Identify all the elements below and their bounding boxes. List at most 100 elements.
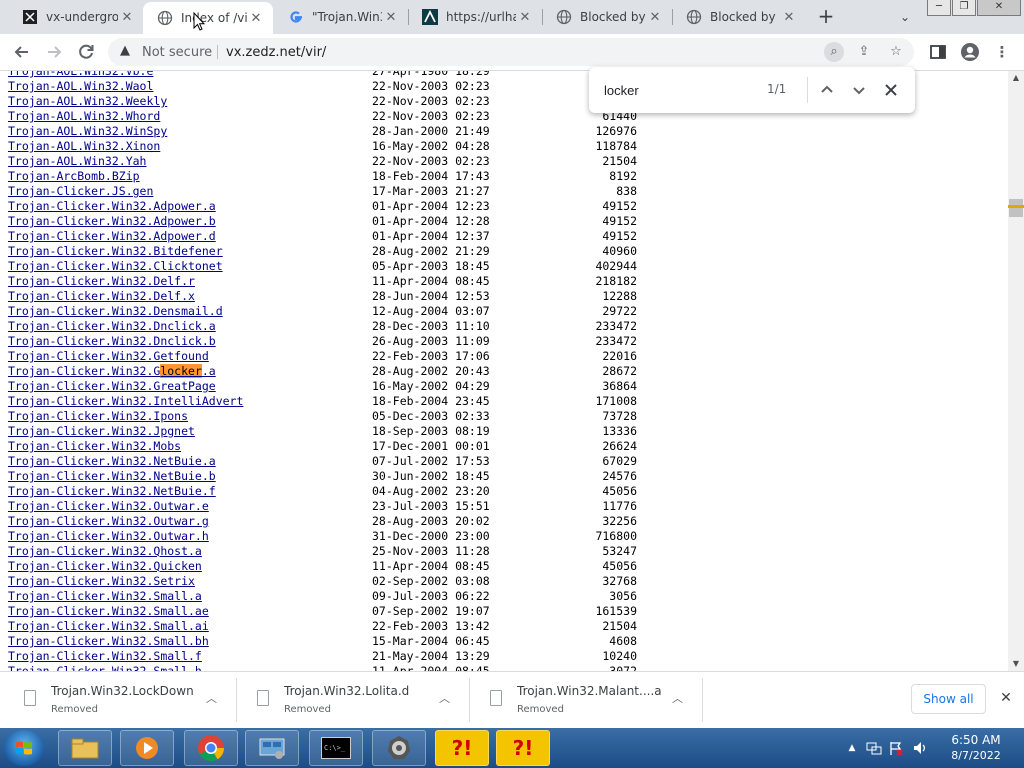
download-item[interactable]: Trojan.Win32.Malant....a Removed ︿ <box>468 677 700 723</box>
scroll-down-arrow-icon[interactable]: ▼ <box>1008 657 1024 671</box>
file-link[interactable]: Trojan-Clicker.Win32.Adpower.d <box>8 229 216 244</box>
profile-avatar-icon[interactable] <box>958 40 982 64</box>
restore-button[interactable]: ❐ <box>952 0 976 16</box>
tab-vx-underground[interactable]: vx-undergro ✕ <box>8 0 144 34</box>
file-link[interactable]: Trojan-AOL.Win32.Yah <box>8 154 146 169</box>
file-link[interactable]: Trojan-Clicker.Win32.NetBuie.b <box>8 469 216 484</box>
file-link[interactable]: Trojan-Clicker.Win32.GreatPage <box>8 379 216 394</box>
file-link[interactable]: Trojan-AOL.Win32.Weekly <box>8 94 167 109</box>
scroll-up-arrow-icon[interactable]: ▲ <box>1008 71 1024 85</box>
close-icon[interactable]: ✕ <box>382 10 400 25</box>
forward-button[interactable] <box>42 40 66 64</box>
clock-time[interactable]: 6:50 AM <box>944 733 1008 747</box>
url-text[interactable]: vx.zedz.net/vir/ <box>226 45 326 60</box>
network-icon[interactable] <box>866 740 882 756</box>
taskbar-media-player[interactable] <box>120 730 174 766</box>
back-button[interactable] <box>10 40 34 64</box>
taskbar-unknown-app-2[interactable]: ?! <box>496 730 550 766</box>
file-link[interactable]: Trojan-AOL.Win32.WinSpy <box>8 124 167 139</box>
file-link[interactable]: Trojan-Clicker.Win32.Small.ae <box>8 604 209 619</box>
tab-urlhaus[interactable]: https://urlha ✕ <box>408 0 542 34</box>
taskbar-file-explorer[interactable] <box>58 730 112 766</box>
chevron-up-icon[interactable]: ︿ <box>206 690 217 706</box>
tab-blocked-2[interactable]: Blocked by C ✕ <box>672 0 806 34</box>
side-panel-icon[interactable] <box>926 40 950 64</box>
close-icon[interactable]: ✕ <box>996 688 1016 708</box>
action-center-flag-icon[interactable] <box>888 740 904 756</box>
file-link[interactable]: Trojan-AOL.Win32.Whord <box>8 109 160 124</box>
find-next-button[interactable] <box>847 78 871 102</box>
file-link[interactable]: Trojan-Clicker.Win32.Small.h <box>8 664 202 671</box>
clock-date[interactable]: 8/7/2022 <box>944 749 1008 762</box>
file-link[interactable]: Trojan-Clicker.Win32.Densmail.d <box>8 304 223 319</box>
find-input[interactable] <box>604 81 744 99</box>
chevron-up-icon[interactable]: ︿ <box>672 690 683 706</box>
show-hidden-icons-icon[interactable]: ▲ <box>844 740 860 756</box>
file-link[interactable]: Trojan-ArcBomb.BZip <box>8 169 140 184</box>
bookmark-star-icon[interactable]: ☆ <box>886 42 906 62</box>
file-link[interactable]: Trojan-Clicker.Win32.Delf.x <box>8 289 195 304</box>
file-link[interactable]: Trojan-Clicker.Win32.Dnclick.b <box>8 334 216 349</box>
security-indicator[interactable]: Not secure <box>142 45 212 60</box>
file-link[interactable]: Trojan-Clicker.Win32.Getfound <box>8 349 209 364</box>
file-link[interactable]: Trojan-Clicker.Win32.Small.a <box>8 589 202 604</box>
address-bar[interactable]: ▲ Not secure vx.zedz.net/vir/ ⌕ ⇪ ☆ <box>108 38 914 66</box>
file-link[interactable]: Trojan-Clicker.Win32.Clicktonet <box>8 259 223 274</box>
download-item[interactable]: Trojan.Win32.LockDown Removed ︿ <box>2 677 234 723</box>
start-button[interactable] <box>4 730 44 766</box>
file-link[interactable]: Trojan-AOL.Win32.Xinon <box>8 139 160 154</box>
file-link[interactable]: Trojan-Clicker.Win32.Glocker.a <box>8 364 216 379</box>
chevron-up-icon[interactable]: ︿ <box>439 690 450 706</box>
warning-triangle-icon[interactable]: ▲ <box>120 43 130 58</box>
find-previous-button[interactable] <box>815 78 839 102</box>
file-link[interactable]: Trojan-Clicker.Win32.Small.bh <box>8 634 209 649</box>
file-link[interactable]: Trojan-Clicker.Win32.Adpower.b <box>8 214 216 229</box>
download-item[interactable]: Trojan.Win32.Lolita.d Removed ︿ <box>235 677 467 723</box>
scrollbar-thumb[interactable] <box>1009 199 1023 217</box>
new-tab-button[interactable]: + <box>814 4 838 28</box>
close-icon[interactable]: ✕ <box>118 10 136 25</box>
close-icon[interactable]: ✕ <box>516 10 534 25</box>
close-icon[interactable]: ✕ <box>780 10 798 25</box>
kebab-menu-icon[interactable]: ⋮ <box>990 40 1014 64</box>
file-link[interactable]: Trojan-Clicker.Win32.Bitdefener <box>8 244 223 259</box>
file-link[interactable]: Trojan-Clicker.Win32.IntelliAdvert <box>8 394 243 409</box>
file-link[interactable]: Trojan-Clicker.Win32.Small.f <box>8 649 202 664</box>
close-window-button[interactable]: ✕ <box>977 0 1021 16</box>
file-link[interactable]: Trojan-Clicker.Win32.Jpgnet <box>8 424 195 439</box>
file-link[interactable]: Trojan-Clicker.Win32.Adpower.a <box>8 199 216 214</box>
file-link[interactable]: Trojan-Clicker.Win32.Outwar.e <box>8 499 209 514</box>
file-link[interactable]: Trojan-Clicker.Win32.Dnclick.a <box>8 319 216 334</box>
volume-icon[interactable] <box>912 740 928 756</box>
find-in-page-icon[interactable]: ⌕ <box>824 42 844 62</box>
file-link[interactable]: Trojan-Clicker.Win32.Quicken <box>8 559 202 574</box>
file-link[interactable]: Trojan-Clicker.Win32.Outwar.h <box>8 529 209 544</box>
show-all-downloads-button[interactable]: Show all <box>911 684 986 714</box>
taskbar-control-panel[interactable] <box>245 730 299 766</box>
file-link[interactable]: Trojan-Clicker.Win32.NetBuie.f <box>8 484 216 499</box>
file-link[interactable]: Trojan-Clicker.Win32.Ipons <box>8 409 188 424</box>
taskbar-command-prompt[interactable]: C:\>_ <box>309 730 363 766</box>
tab-blocked-1[interactable]: Blocked by C ✕ <box>542 0 672 34</box>
file-link[interactable]: Trojan-Clicker.Win32.NetBuie.a <box>8 454 216 469</box>
file-link[interactable]: Trojan-Clicker.Win32.Setrix <box>8 574 195 589</box>
taskbar-chrome[interactable] <box>184 730 238 766</box>
find-close-button[interactable] <box>879 78 903 102</box>
file-link[interactable]: Trojan-Clicker.Win32.Small.ai <box>8 619 209 634</box>
minimize-button[interactable]: ─ <box>927 0 951 16</box>
share-icon[interactable]: ⇪ <box>854 42 874 62</box>
file-link[interactable]: Trojan-Clicker.Win32.Mobs <box>8 439 181 454</box>
file-link[interactable]: Trojan-Clicker.Win32.Outwar.g <box>8 514 209 529</box>
file-link[interactable]: Trojan-Clicker.Win32.Qhost.a <box>8 544 202 559</box>
taskbar-settings-app[interactable] <box>372 730 426 766</box>
file-link[interactable]: Trojan-AOL.Win32.Waol <box>8 79 153 94</box>
taskbar-unknown-app-1[interactable]: ?! <box>435 730 489 766</box>
file-link[interactable]: Trojan-AOL.Win32.Vb.e <box>8 71 153 79</box>
close-icon[interactable]: ✕ <box>646 10 664 25</box>
file-link[interactable]: Trojan-Clicker.Win32.Delf.r <box>8 274 195 289</box>
tab-google-search[interactable]: "Trojan.Win3 ✕ <box>274 0 408 34</box>
tab-search-button[interactable]: ⌄ <box>894 6 916 28</box>
file-link[interactable]: Trojan-Clicker.JS.gen <box>8 184 153 199</box>
vertical-scrollbar[interactable]: ▲ ▼ <box>1008 71 1024 671</box>
close-icon[interactable]: ✕ <box>247 11 265 26</box>
